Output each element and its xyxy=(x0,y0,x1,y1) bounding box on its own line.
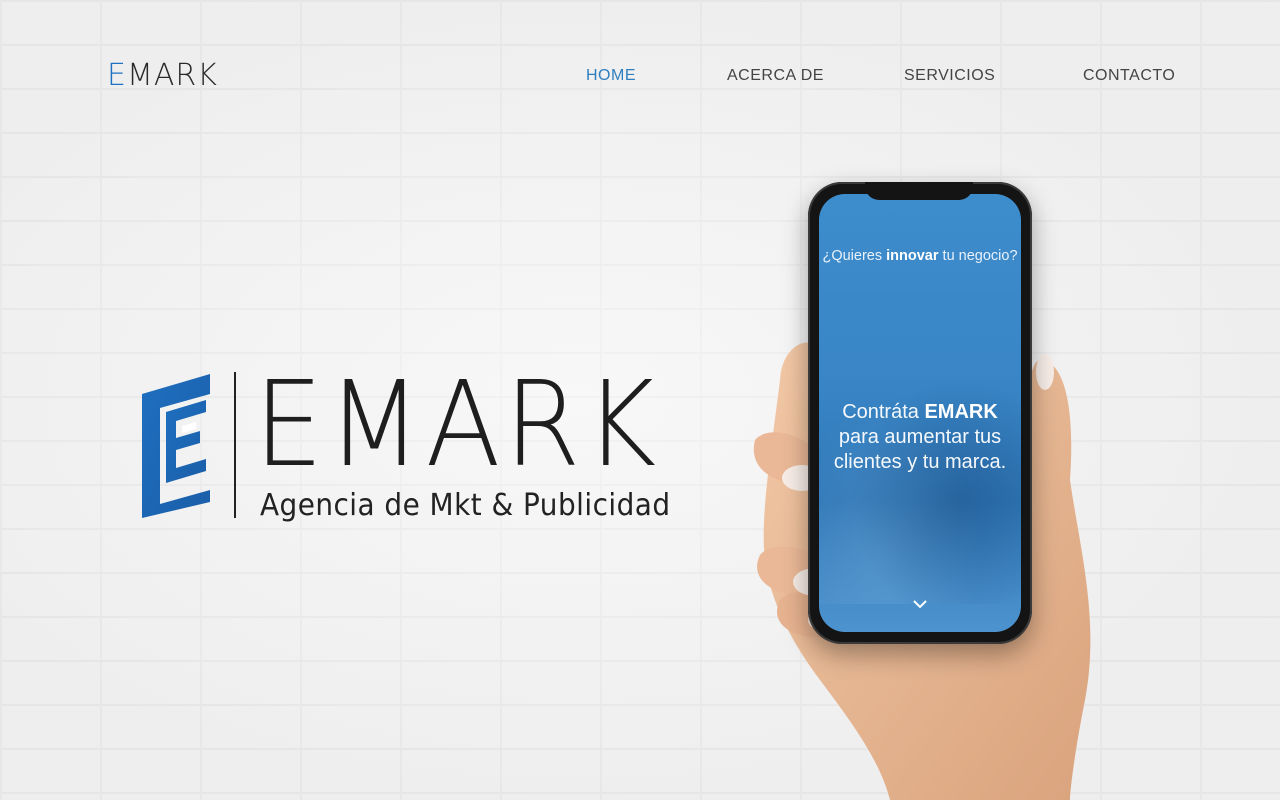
q-post: tu negocio? xyxy=(938,248,1018,264)
chevron-down-icon[interactable] xyxy=(912,598,928,610)
phone-screen: ¿Quieres innovar tu negocio? Contráta EM… xyxy=(819,194,1021,632)
msg-bold: EMARK xyxy=(924,401,998,423)
nav-contacto[interactable]: CONTACTO xyxy=(1083,64,1175,88)
phone-question: ¿Quieres innovar tu negocio? xyxy=(819,246,1021,266)
phone-notch xyxy=(865,182,973,200)
nav-servicios[interactable]: SERVICIOS xyxy=(904,64,995,88)
msg-line3: clientes y tu marca. xyxy=(833,451,1007,473)
nav-home[interactable]: HOME xyxy=(586,64,636,88)
q-bold: innovar xyxy=(886,248,939,264)
msg-pre: Contráta xyxy=(842,401,925,423)
nav-acerca-de[interactable]: ACERCA DE xyxy=(727,64,824,88)
logo-divider xyxy=(234,372,236,518)
q-pre: ¿Quieres xyxy=(822,248,887,264)
main-nav: HOME ACERCA DE SERVICIOS CONTACTO xyxy=(0,64,1280,88)
logo-e-mark-icon xyxy=(142,374,210,518)
msg-line2: para aumentar tus xyxy=(838,426,1002,448)
phone-mockup: ¿Quieres innovar tu negocio? Contráta EM… xyxy=(808,182,1032,644)
phone-message: Contráta EMARK para aumentar tus cliente… xyxy=(819,400,1021,475)
hero-tagline: Agencia de Mkt & Publicidad xyxy=(260,488,671,523)
hero-logo-word: EMARK xyxy=(254,355,660,493)
